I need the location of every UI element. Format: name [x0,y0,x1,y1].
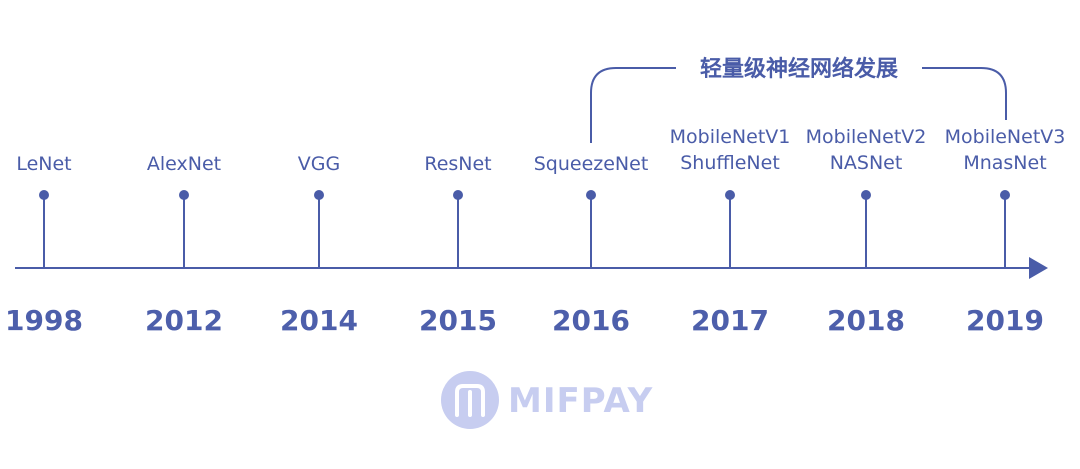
event-year-label: 2017 [691,304,769,337]
event-model-label: MobileNetV2 [806,126,927,148]
axis-arrow-icon [1029,257,1048,279]
event-year-label: 2019 [966,304,1044,337]
bracket-left-arm [590,67,676,143]
timeline-event: ResNet 2015 [419,153,497,337]
event-model-label: MobileNetV3 [945,126,1066,148]
event-dot [39,190,49,200]
timeline-event: VGG 2014 [280,153,358,337]
timeline-event: MobileNetV1 ShuffleNet 2017 [670,126,791,337]
event-model-label: LeNet [16,153,71,175]
bracket-title: 轻量级神经网络发展 [700,56,898,82]
timeline-diagram: 轻量级神经网络发展 LeNet 1998 AlexNet 2012 VGG 2014 Res… [5,56,1065,429]
event-dot [453,190,463,200]
event-dot [1000,190,1010,200]
bracket-right-arm [922,67,1007,120]
event-model-label: VGG [298,153,340,175]
timeline-event: MobileNetV3 MnasNet 2019 [945,126,1066,337]
event-model-label: MnasNet [963,152,1046,174]
mifpay-logo-icon [441,371,499,429]
event-year-label: 2016 [552,304,630,337]
watermark: MIFPAY [441,371,653,429]
event-year-label: 1998 [5,304,83,337]
event-model-label: ResNet [424,153,491,175]
event-model-label: ShuffleNet [680,152,780,174]
timeline-events: LeNet 1998 AlexNet 2012 VGG 2014 ResNet 2015 Squ… [5,126,1065,337]
event-model-label: SqueezeNet [534,153,649,175]
event-year-label: 2015 [419,304,497,337]
event-dot [861,190,871,200]
event-dot [725,190,735,200]
event-dot [179,190,189,200]
event-model-label: AlexNet [147,153,221,175]
watermark-text: MIFPAY [508,381,653,421]
timeline-event: SqueezeNet 2016 [534,153,649,337]
event-model-label: NASNet [830,152,903,174]
event-year-label: 2012 [145,304,223,337]
timeline-event: LeNet 1998 [5,153,83,337]
timeline-event: AlexNet 2012 [145,153,223,337]
event-year-label: 2018 [827,304,905,337]
event-year-label: 2014 [280,304,358,337]
event-dot [314,190,324,200]
event-dot [586,190,596,200]
timeline-event: MobileNetV2 NASNet 2018 [806,126,927,337]
event-model-label: MobileNetV1 [670,126,791,148]
